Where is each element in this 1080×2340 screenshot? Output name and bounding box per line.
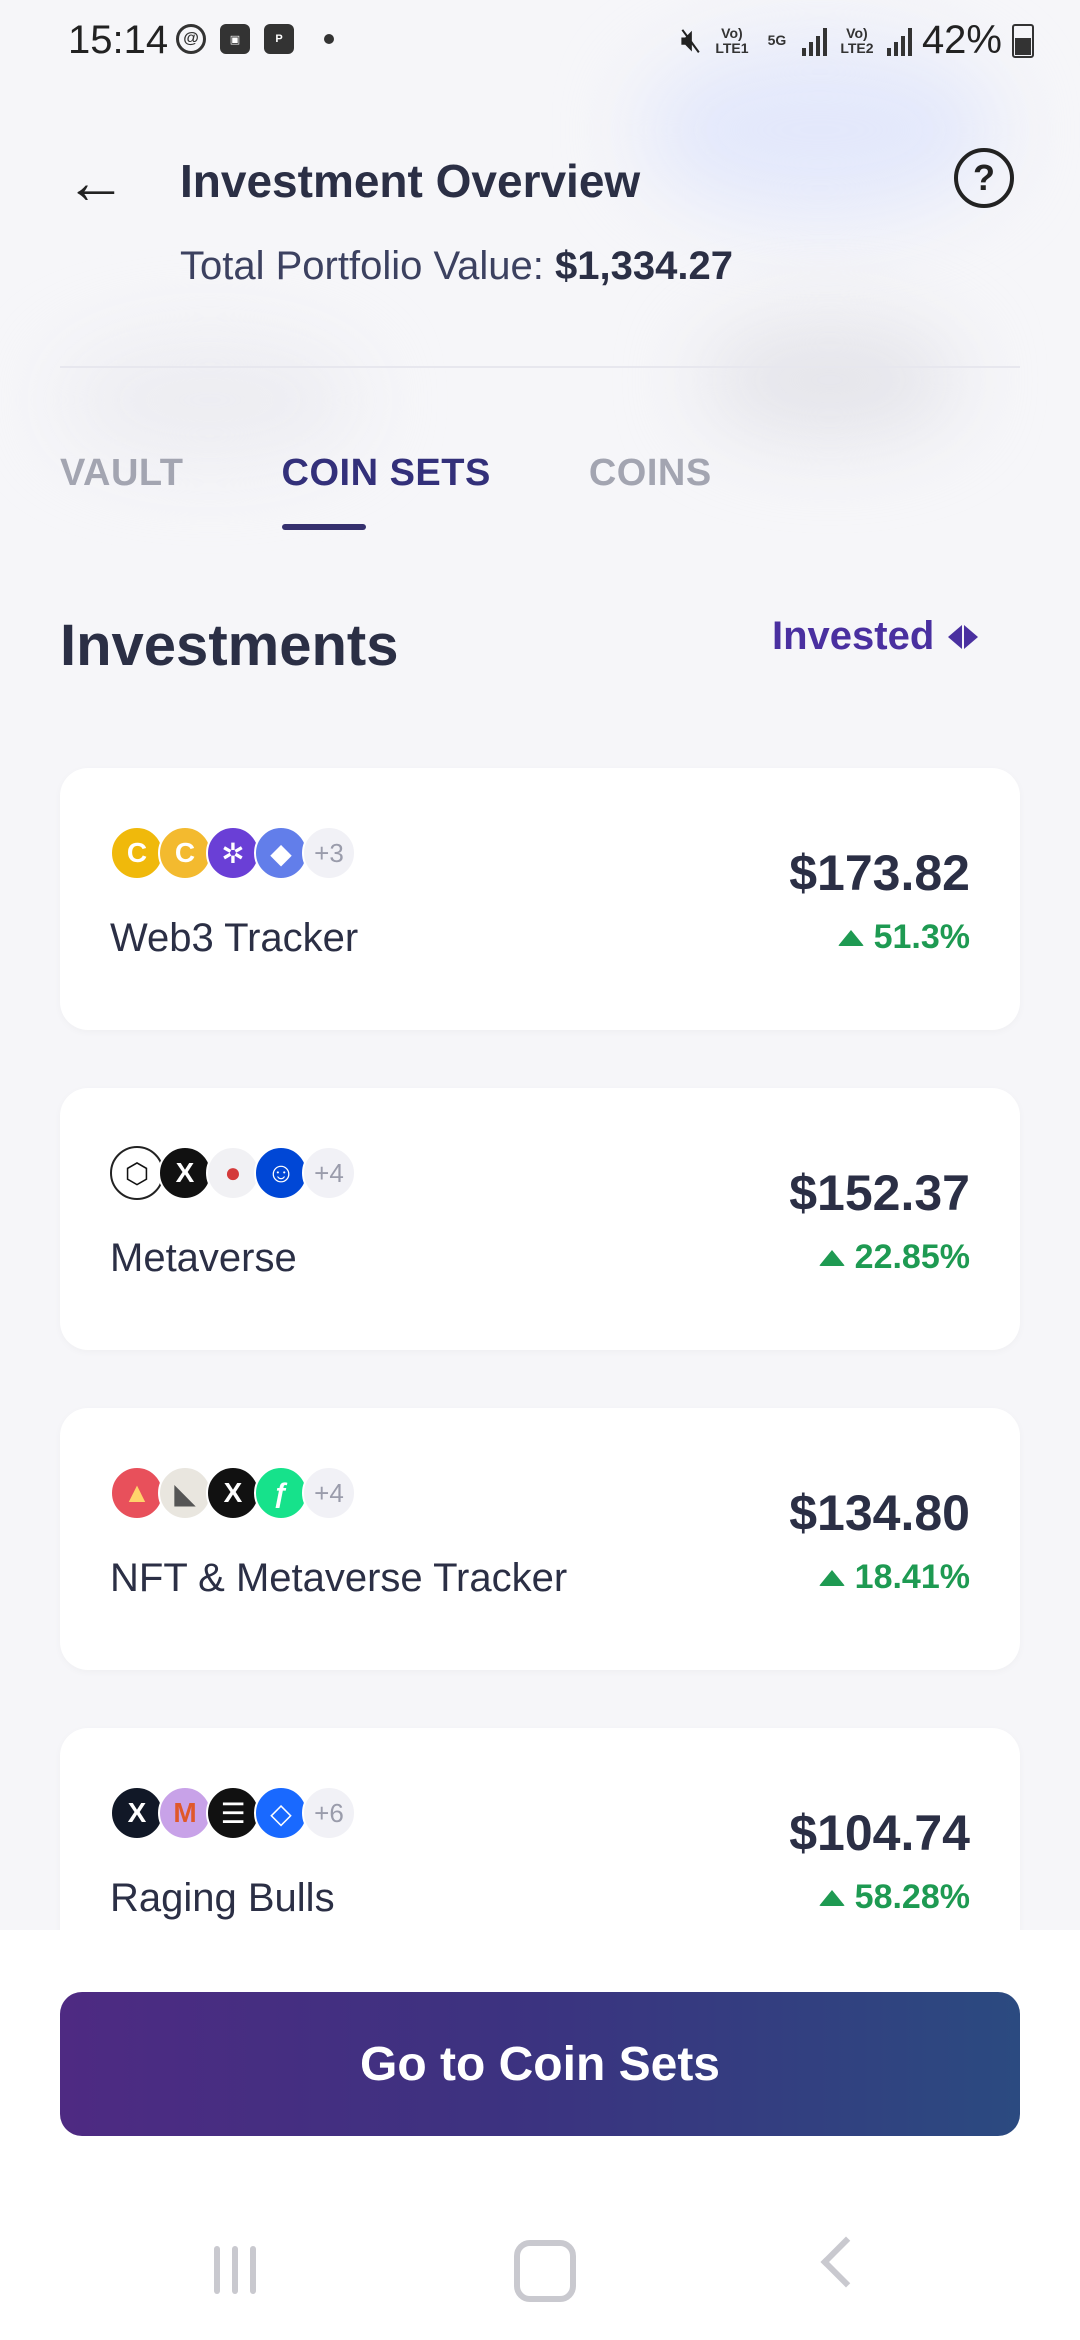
x-coin-icon: X <box>206 1466 260 1520</box>
arrow-up-icon <box>837 929 864 946</box>
flow-coin-icon: ƒ <box>254 1466 308 1520</box>
status-bar: 15:14 @ ▣ P 🔇︎ Vo) LTE1 5G Vo) LTE2 42% <box>0 0 1080 84</box>
coin-icons: ▲ ◣ X ƒ +4 <box>110 1466 356 1520</box>
coin-set-value: $152.37 <box>789 1165 970 1221</box>
more-coins-count: +4 <box>302 1466 356 1520</box>
ape-coin-icon: ☺ <box>254 1146 308 1200</box>
coin-set-change: 18.41% <box>818 1558 970 1597</box>
change-percent: 22.85% <box>854 1238 970 1276</box>
header-divider <box>60 366 1020 368</box>
network-type-label: 5G <box>767 32 787 48</box>
x-coin-icon: X <box>158 1146 212 1200</box>
tab-bar: VAULT COIN SETS COINS <box>60 452 712 530</box>
portfolio-value: $1,334.27 <box>555 244 733 288</box>
header: ← Investment Overview ? Total Portfolio … <box>0 130 1080 370</box>
coin-set-name: Raging Bulls <box>110 1876 335 1920</box>
battery-icon <box>1012 23 1034 58</box>
coin-set-change: 58.28% <box>818 1878 970 1917</box>
coin-set-value: $173.82 <box>789 845 970 901</box>
coin-set-change: 22.85% <box>818 1238 970 1277</box>
coin-purple-network-icon: ✲ <box>206 826 260 880</box>
change-percent: 18.41% <box>854 1558 970 1596</box>
coin-set-name: Web3 Tracker <box>110 916 359 960</box>
portfolio-summary: Total Portfolio Value: $1,334.27 <box>180 244 733 289</box>
coin-set-name: Metaverse <box>110 1236 297 1280</box>
coin-set-card[interactable]: C C ✲ ◆ +3 Web3 Tracker $173.82 51.3% <box>60 768 1020 1030</box>
tab-vault[interactable]: VAULT <box>60 452 184 495</box>
coin-set-card[interactable]: ⬡ X ● ☺ +4 Metaverse $152.37 22.85% <box>60 1088 1020 1350</box>
help-button[interactable]: ? <box>954 148 1014 208</box>
red-dot-coin-icon: ● <box>206 1146 260 1200</box>
coin-icons: X M ☰ ◇ +6 <box>110 1786 356 1840</box>
coin-icons: ⬡ X ● ☺ +4 <box>110 1146 356 1200</box>
coin-gold-icon: C <box>110 826 164 880</box>
arrow-up-icon <box>818 1249 845 1266</box>
coin-set-name: NFT & Metaverse Tracker <box>110 1556 568 1600</box>
mute-icon: 🔇︎ <box>680 21 702 59</box>
back-button[interactable]: ← <box>60 148 132 217</box>
cube-coin-icon: ⬡ <box>110 1146 164 1200</box>
sort-label: Invested <box>772 614 935 658</box>
stripes-coin-icon: ☰ <box>206 1786 260 1840</box>
status-time: 15:14 <box>68 18 169 62</box>
status-notification-icons: @ ▣ P <box>176 24 334 54</box>
coin-set-value: $134.80 <box>789 1485 970 1541</box>
more-notifications-dot-icon <box>324 34 334 44</box>
coin-icons: C C ✲ ◆ +3 <box>110 826 356 880</box>
page-title: Investment Overview <box>180 155 641 207</box>
status-system-icons: 🔇︎ Vo) LTE1 5G Vo) LTE2 42% <box>681 18 1034 63</box>
wave-coin-icon: M <box>158 1786 212 1840</box>
more-coins-count: +6 <box>302 1786 356 1840</box>
more-coins-count: +4 <box>302 1146 356 1200</box>
portfolio-label: Total Portfolio Value: <box>180 244 544 288</box>
home-button[interactable] <box>514 2240 576 2302</box>
coin-set-change: 51.3% <box>837 918 970 957</box>
sim1-label: Vo) LTE1 <box>715 24 749 56</box>
recent-apps-button[interactable] <box>214 2246 256 2294</box>
coin-set-value: $104.74 <box>789 1805 970 1861</box>
tab-coin-sets[interactable]: COIN SETS <box>281 452 491 530</box>
question-mark-icon: ? <box>973 157 995 198</box>
arrow-up-icon <box>818 1569 845 1586</box>
x-coin-icon: X <box>110 1786 164 1840</box>
tab-coins[interactable]: COINS <box>589 452 712 495</box>
section-title: Investments <box>60 613 399 678</box>
arrow-left-icon: ← <box>65 147 127 217</box>
battery-percentage: 42% <box>921 18 1002 62</box>
payment-app-icon: P <box>264 24 294 54</box>
coin-gold-icon: C <box>158 826 212 880</box>
sim2-label: Vo) LTE2 <box>840 24 874 56</box>
app-notification-icon: @ <box>176 24 206 54</box>
mountain-coin-icon: ◣ <box>158 1466 212 1520</box>
ethereum-icon: ◆ <box>254 826 308 880</box>
sort-toggle[interactable]: Invested <box>772 614 979 659</box>
gallery-icon: ▣ <box>220 24 250 54</box>
sort-arrows-icon <box>948 624 979 649</box>
change-percent: 58.28% <box>854 1878 970 1916</box>
go-to-coin-sets-button[interactable]: Go to Coin Sets <box>60 1992 1020 2136</box>
arrow-up-icon <box>818 1889 845 1906</box>
more-coins-count: +3 <box>302 826 356 880</box>
signal-strength-icon <box>801 26 827 56</box>
sandbox-coin-icon: ▲ <box>110 1466 164 1520</box>
fantom-coin-icon: ◇ <box>254 1786 308 1840</box>
change-percent: 51.3% <box>873 918 970 956</box>
signal-strength-icon <box>886 26 912 56</box>
coin-set-card[interactable]: ▲ ◣ X ƒ +4 NFT & Metaverse Tracker $134.… <box>60 1408 1020 1670</box>
